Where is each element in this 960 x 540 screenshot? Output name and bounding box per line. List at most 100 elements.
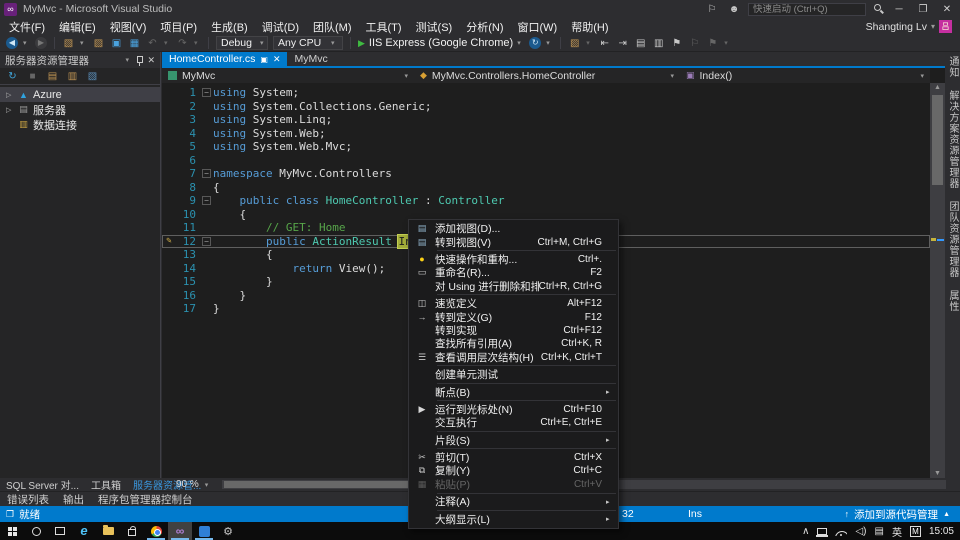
navigate-back-icon[interactable]: ◀ [6, 37, 18, 49]
prev-bookmark-icon[interactable]: ⚐ [688, 38, 701, 49]
fold-margin[interactable]: − [200, 235, 213, 249]
editor-zoom-control[interactable]: 90 % ▾ [172, 479, 216, 490]
context-menu-item[interactable]: 查找所有引用(A)Ctrl+K, R [409, 337, 618, 350]
dock-tab[interactable]: SQL Server 对... [0, 477, 85, 492]
fold-margin[interactable]: − [200, 167, 213, 181]
menubar-item[interactable]: 工具(T) [359, 17, 409, 37]
taskbar-task-view[interactable] [48, 522, 72, 540]
menubar-item[interactable]: 视图(V) [103, 17, 154, 37]
context-menu-item[interactable]: ▭重命名(R)...F2 [409, 266, 618, 279]
taskbar-store[interactable] [120, 522, 144, 540]
collapse-icon[interactable]: − [202, 88, 211, 97]
pin-icon[interactable] [136, 55, 143, 66]
close-panel-icon[interactable]: ✕ [147, 55, 155, 66]
context-menu-item[interactable]: 注释(A)▸ [409, 495, 618, 508]
menubar-item[interactable]: 项目(P) [153, 17, 204, 37]
tree-item-服务器[interactable]: ▷▤服务器 [0, 102, 160, 117]
context-menu-item[interactable]: ▤添加视图(D)... [409, 222, 618, 235]
window-position-dropdown[interactable]: ▾ [125, 56, 132, 64]
collapse-icon[interactable]: − [202, 237, 211, 246]
document-tab[interactable]: HomeController.cs▣✕ [162, 52, 287, 66]
panel-tab[interactable]: 程序包管理器控制台 [91, 492, 200, 507]
menubar-item[interactable]: 生成(B) [204, 17, 255, 37]
collapse-icon[interactable]: − [202, 169, 211, 178]
journal-icon[interactable]: ▤ [875, 526, 884, 537]
new-project-dropdown[interactable]: ▾ [80, 39, 87, 47]
tree-item-数据连接[interactable]: ▥数据连接 [0, 117, 160, 132]
right-tab[interactable]: 属性 [945, 290, 960, 312]
save-all-icon[interactable]: ▦ [128, 38, 141, 49]
minimize-button[interactable]: ─ [890, 4, 908, 15]
run-target-dropdown[interactable]: ▾ [517, 39, 524, 47]
tree-item-Azure[interactable]: ▷▲Azure [0, 87, 160, 102]
user-account[interactable]: Shangting Lv ▾ 吕 [866, 20, 958, 33]
menubar-item[interactable]: 文件(F) [2, 17, 52, 37]
scroll-up-icon[interactable]: ▲ [930, 84, 945, 91]
wifi-icon[interactable] [835, 527, 847, 536]
menubar-item[interactable]: 编辑(E) [52, 17, 103, 37]
restore-button[interactable]: ❐ [914, 4, 932, 15]
find-in-files-icon[interactable]: ▨ [568, 38, 581, 49]
platform-combo[interactable]: Any CPU▾ [273, 36, 343, 50]
redo-icon[interactable]: ↷ [176, 38, 189, 49]
collapse-icon[interactable]: − [202, 196, 211, 205]
menubar-item[interactable]: 分析(N) [459, 17, 510, 37]
menubar-item[interactable]: 调试(D) [255, 17, 306, 37]
bookmark-icon[interactable]: ⚑ [670, 38, 683, 49]
connect-server-icon[interactable]: ▥ [66, 71, 79, 82]
menubar-item[interactable]: 团队(M) [306, 17, 359, 37]
feedback-flag-icon[interactable]: ⚐ [704, 4, 720, 15]
breadcrumb-type[interactable]: ◆ MyMvc.Controllers.HomeController ▾ [414, 68, 680, 83]
close-tab-icon[interactable]: ✕ [273, 54, 281, 65]
menubar-item[interactable]: 测试(S) [409, 17, 460, 37]
taskbar-chrome[interactable] [144, 522, 168, 540]
decrease-indent-icon[interactable]: ⇤ [598, 38, 611, 49]
context-menu-item[interactable]: →转到定义(G)F12 [409, 310, 618, 323]
find-dropdown[interactable]: ▾ [586, 39, 593, 47]
configuration-combo[interactable]: Debug▾ [216, 36, 268, 50]
panel-tab[interactable]: 输出 [56, 492, 91, 507]
open-file-icon[interactable]: ▨ [92, 38, 105, 49]
code-line-4[interactable]: 4using System.Web; [162, 127, 930, 141]
right-tab[interactable]: 团队资源管理器 [945, 201, 960, 278]
context-menu-item[interactable]: ⧉复制(Y)Ctrl+C [409, 464, 618, 477]
taskbar-visual-studio[interactable]: ∞ [168, 522, 192, 540]
add-to-source-control-button[interactable]: ↑ 添加到源代码管理 ▲ [845, 507, 960, 522]
save-icon[interactable]: ▣ [110, 38, 123, 49]
context-menu-item[interactable]: 片段(S)▸ [409, 433, 618, 446]
dock-tab[interactable]: 工具箱 [85, 477, 127, 492]
menubar-item[interactable]: 帮助(H) [564, 17, 615, 37]
right-tab[interactable]: 通知 [945, 56, 960, 78]
code-line-6[interactable]: 6 [162, 154, 930, 168]
context-menu-item[interactable]: 大纲显示(L)▸ [409, 512, 618, 525]
context-menu-item[interactable]: ✂剪切(T)Ctrl+X [409, 451, 618, 464]
breadcrumb-member[interactable]: ▣ Index() ▾ [680, 68, 930, 83]
stop-refresh-icon[interactable]: ■ [26, 71, 39, 82]
bookmark-dropdown[interactable]: ▾ [724, 39, 731, 47]
taskbar-app-blue[interactable] [192, 522, 216, 540]
search-icon[interactable] [872, 3, 884, 15]
fold-margin[interactable]: − [200, 86, 213, 100]
code-line-2[interactable]: 2using System.Collections.Generic; [162, 100, 930, 114]
next-bookmark-icon[interactable]: ⚑ [706, 38, 719, 49]
expander-icon[interactable]: ▷ [6, 106, 14, 114]
start-debugging-button[interactable]: ▶ IIS Express (Google Chrome) ▾ [358, 37, 524, 49]
context-menu-item[interactable]: ▤转到视图(V)Ctrl+M, Ctrl+G [409, 235, 618, 248]
menubar-item[interactable]: 窗口(W) [511, 17, 565, 37]
increase-indent-icon[interactable]: ⇥ [616, 38, 629, 49]
refresh-icon[interactable]: ↻ [529, 37, 541, 49]
connect-database-icon[interactable]: ▤ [46, 71, 59, 82]
background-tasks-icon[interactable]: ❐ [6, 509, 14, 520]
ime-language-indicator[interactable]: 英 [892, 524, 902, 539]
code-line-8[interactable]: 8{ [162, 181, 930, 195]
new-project-icon[interactable]: ▧ [62, 38, 75, 49]
code-line-7[interactable]: 7−namespace MyMvc.Controllers [162, 167, 930, 181]
code-line-1[interactable]: 1−using System; [162, 86, 930, 100]
taskbar-search[interactable] [24, 522, 48, 540]
breadcrumb-project[interactable]: MyMvc ▾ [162, 68, 414, 83]
redo-dropdown[interactable]: ▾ [194, 39, 201, 47]
scroll-down-icon[interactable]: ▼ [930, 470, 945, 477]
code-line-9[interactable]: 9− public class HomeController : Control… [162, 194, 930, 208]
navigate-forward-icon[interactable]: ▶ [35, 37, 47, 49]
context-menu-item[interactable]: 对 Using 进行删除和排序(E)Ctrl+R, Ctrl+G [409, 280, 618, 293]
